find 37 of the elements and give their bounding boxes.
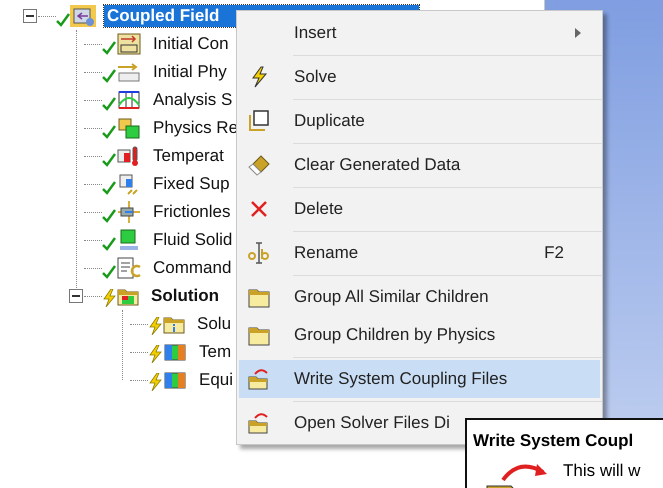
- menu-item[interactable]: Rename F2: [239, 234, 600, 272]
- submenu-arrow-icon: [574, 27, 582, 39]
- cubes-icon: [116, 117, 142, 139]
- menu-item[interactable]: Delete: [239, 190, 600, 228]
- tree-item[interactable]: Solution: [148, 285, 222, 307]
- tooltip-title: Write System Coupl: [473, 430, 634, 452]
- tree-item[interactable]: Frictionles: [150, 201, 234, 223]
- model-icon: [70, 5, 96, 27]
- tooltip-text: This will w: [563, 460, 640, 482]
- menu-item[interactable]: Write System Coupling Files: [239, 360, 600, 398]
- shortcut-label: F2: [544, 242, 564, 264]
- menu-item[interactable]: Solve: [239, 58, 600, 96]
- rename-icon: [247, 241, 271, 265]
- eraser-icon: [247, 153, 271, 177]
- menu-item[interactable]: Clear Generated Data: [239, 146, 600, 184]
- menu-item[interactable]: Group Children by Physics: [239, 316, 600, 354]
- collapse-toggle[interactable]: [23, 9, 37, 23]
- menu-item[interactable]: Group All Similar Children: [239, 278, 600, 316]
- support-icon: [116, 201, 142, 223]
- tree-item[interactable]: Solu: [194, 313, 234, 335]
- arrow-icon: [116, 61, 142, 83]
- menu-item[interactable]: Duplicate: [239, 102, 600, 140]
- tree-item[interactable]: Analysis S: [150, 89, 236, 111]
- tree-item[interactable]: Initial Con: [150, 33, 232, 55]
- tree-item[interactable]: Tem: [196, 341, 234, 363]
- menu-item[interactable]: Insert: [239, 14, 600, 52]
- condition-icon: [116, 33, 142, 55]
- commands-icon: [116, 257, 142, 279]
- tree-item[interactable]: Initial Phy: [150, 61, 230, 83]
- tree-item[interactable]: Temperat: [150, 145, 227, 167]
- tree-item[interactable]: Command: [150, 257, 234, 279]
- tree-item[interactable]: Equi: [196, 369, 236, 391]
- tree-item[interactable]: Fluid Solid: [150, 229, 236, 251]
- collapse-toggle[interactable]: [69, 289, 83, 303]
- duplicate-icon: [247, 109, 271, 133]
- tree-item[interactable]: Fixed Sup: [150, 173, 233, 195]
- grid-icon: [116, 89, 142, 111]
